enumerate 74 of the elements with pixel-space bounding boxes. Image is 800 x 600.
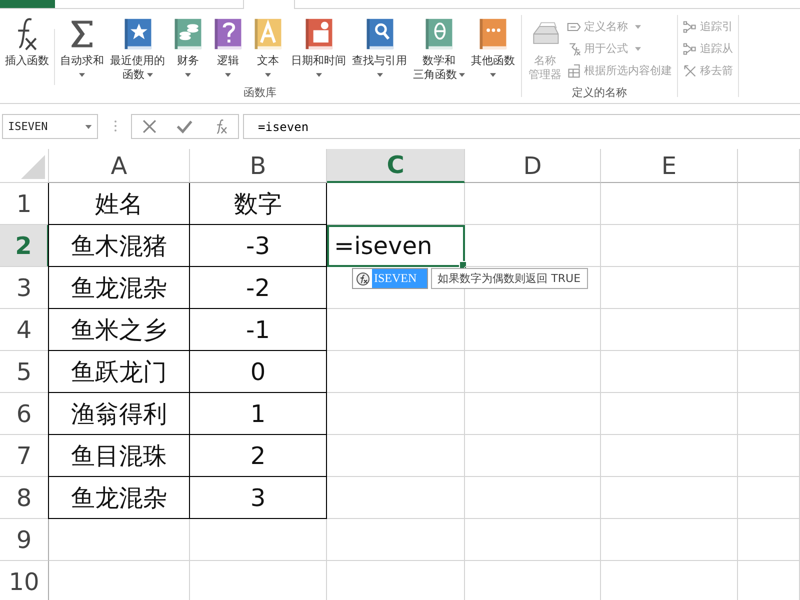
column-header[interactable]: C [327,149,465,183]
function-icon [567,42,581,56]
table-cell: 3 [189,477,327,519]
function-tooltip: 如果数字为偶数则返回 TRUE [430,268,588,289]
caret-icon [85,124,92,128]
check-icon[interactable] [176,118,194,135]
group-label: 函数库 [242,85,278,101]
caret-icon [316,73,322,77]
grid-cell [738,351,800,393]
caret-icon [490,73,496,77]
ribbon-tab[interactable] [243,0,295,9]
table-cell: 鱼木混猪 [48,225,190,267]
grid-cell [738,183,800,225]
table-cell: -1 [189,309,327,351]
table-cell: 鱼跃龙门 [48,351,190,393]
formula-field[interactable]: =iseven [243,114,800,139]
grid-cell [738,393,800,435]
table-cell: 鱼米之乡 [48,309,190,351]
ribbon-button[interactable]: 文本 [248,17,288,77]
table-cell: 渔翁得利 [48,393,190,435]
caret-icon [79,73,85,77]
table-cell: 鱼目混珠 [48,435,190,477]
table-cell[interactable]: =iseven [327,225,465,267]
table-cell: 0 [189,351,327,393]
table-icon [567,64,581,78]
caret-icon [376,73,382,77]
function-icon [17,17,37,51]
ribbon-button[interactable]: 其他函数 [468,17,518,77]
caret-icon [146,73,152,77]
grid-cell [738,267,800,309]
caret-icon [265,73,271,77]
grid-cell [738,519,800,561]
ribbon-button[interactable]: 数学和 三角函数 [410,17,468,82]
grid-cell [738,309,800,351]
select-all-button[interactable] [0,149,49,183]
table-cell: 鱼龙混杂 [48,477,190,519]
table-cell: 姓名 [48,183,190,225]
caret-icon [185,73,191,77]
cancel-icon[interactable] [141,118,158,135]
name-box[interactable]: ISEVEN [2,114,98,139]
ribbon-button[interactable]: 逻辑 [208,17,248,77]
group-label: 定义的名称 [571,85,628,101]
column-header[interactable]: A [49,149,190,183]
column-header[interactable]: D [465,149,601,183]
caret-icon [459,73,465,77]
row-header[interactable]: 9 [0,519,49,561]
column-header[interactable]: E [601,149,738,183]
caret-icon [635,46,641,50]
trace-arrows-icon [683,42,697,56]
table-cell: 鱼龙混杂 [48,267,190,309]
ribbon-button[interactable]: 最近使用的 函数 [107,17,168,82]
trace-arrows-icon [683,20,697,34]
table-cell: 2 [189,435,327,477]
function-icon [356,272,370,286]
table-cell: -2 [189,267,327,309]
grid-cell [738,477,800,519]
grip-icon [114,120,117,132]
table-cell: -3 [189,225,327,267]
column-header[interactable]: B [190,149,327,183]
row-header[interactable]: 2 [0,225,49,267]
triangle-icon [21,155,45,179]
ribbon-button[interactable]: 财务 [168,17,208,77]
caret-icon [635,24,641,28]
table-cell: 数字 [189,183,327,225]
grid-cell [738,435,800,477]
ribbon-button[interactable]: 插入函数 [2,17,52,68]
ribbon-button[interactable]: 自动求和 [57,17,107,77]
column-header[interactable] [738,149,800,183]
grid-cell [738,225,800,267]
remove-arrows-icon [683,64,697,78]
ribbon-button[interactable]: 查找与引用 [349,17,410,77]
caret-icon [225,73,231,77]
ribbon-button[interactable]: 日期和时间 [288,17,349,77]
table-cell: 1 [189,393,327,435]
